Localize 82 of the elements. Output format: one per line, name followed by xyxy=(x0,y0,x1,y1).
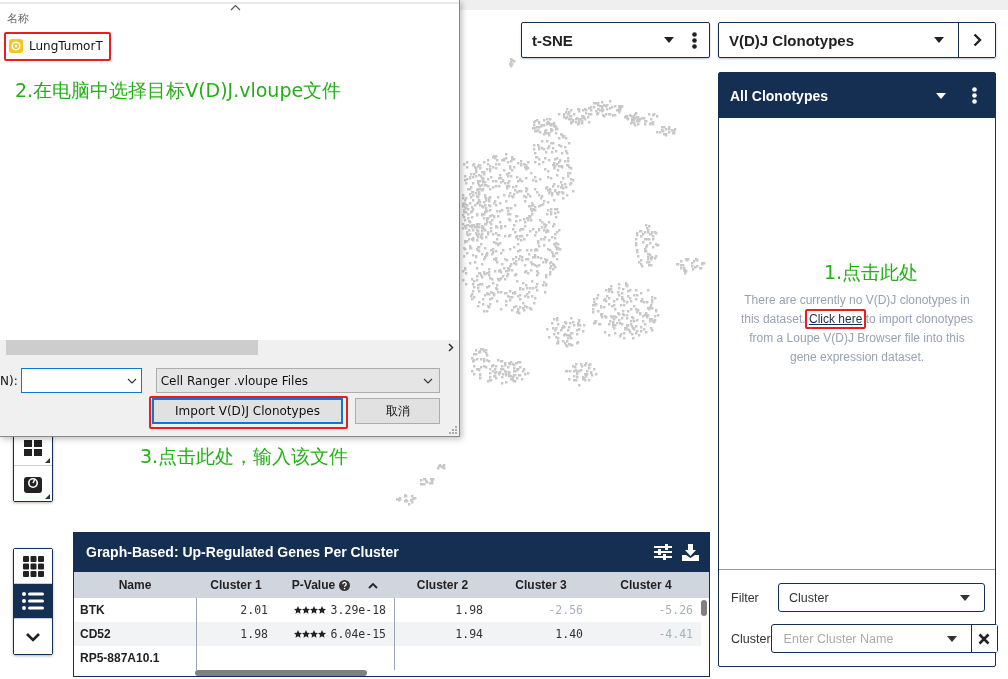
layout-icon xyxy=(24,440,42,456)
column-header[interactable]: Cluster 2 xyxy=(394,571,491,599)
sliders-icon[interactable] xyxy=(654,544,672,561)
clear-button[interactable] xyxy=(970,625,997,652)
table-cell: 1.40 xyxy=(555,627,583,642)
click-here-link[interactable]: Click here xyxy=(809,311,863,326)
chevron-down-icon xyxy=(126,377,137,384)
caret-icon xyxy=(946,635,957,642)
chevron-right-icon xyxy=(972,33,982,47)
table-title: Graph-Based: Up-Regulated Genes Per Cluster xyxy=(86,544,400,561)
sort-up-icon[interactable] xyxy=(368,581,379,589)
filter-select[interactable]: Cluster xyxy=(778,583,985,612)
table-cell: -2.56 xyxy=(548,603,583,618)
sort-up-icon xyxy=(230,4,241,11)
file-icon xyxy=(9,39,23,53)
gene-name: CD52 xyxy=(74,622,196,647)
column-header[interactable]: Cluster 3 xyxy=(491,571,591,599)
scrollbar-thumb[interactable] xyxy=(6,340,258,355)
gauge-icon xyxy=(24,474,42,493)
table-cell: 3.29e-18 xyxy=(330,603,386,618)
table-cell: 1.94 xyxy=(455,627,483,642)
annotation-text: 1.点击此处 xyxy=(824,260,919,285)
dialog-button[interactable]: 取消 xyxy=(355,398,440,424)
filename-label: N): xyxy=(0,373,18,388)
feature-dropdown[interactable]: V(D)J Clonotypes xyxy=(718,22,996,58)
point-cluster-drawing xyxy=(396,464,446,506)
table-cell: 1.98 xyxy=(455,603,483,618)
corner-triangle-icon xyxy=(45,494,50,499)
filter-label: Filter xyxy=(731,590,760,605)
column-header[interactable]: Cluster 4 xyxy=(591,571,701,599)
gene-name: RP5-887A10.1 xyxy=(79,650,161,668)
star-icon xyxy=(309,630,318,639)
grid-view-icon xyxy=(22,555,44,577)
star-icon xyxy=(317,606,326,615)
star-icon xyxy=(293,606,302,615)
more-options-icon[interactable] xyxy=(972,87,977,104)
file-type-select[interactable]: Cell Ranger .vloupe Files xyxy=(155,368,440,393)
caret-icon xyxy=(934,37,944,43)
highlight-box xyxy=(805,308,867,329)
file-item[interactable]: LungTumorT xyxy=(9,39,103,53)
table-cell: -4.41 xyxy=(658,627,693,642)
scroll-right-icon[interactable] xyxy=(448,343,454,352)
column-header[interactable]: 名称 xyxy=(7,11,29,26)
view-button[interactable] xyxy=(14,584,52,619)
table-cell: -5.26 xyxy=(658,603,693,618)
caret-icon xyxy=(664,37,674,43)
view-button[interactable] xyxy=(14,549,52,584)
star-icon xyxy=(317,630,326,639)
table-cell: 1.98 xyxy=(240,627,268,642)
projection-dropdown[interactable]: t-SNE xyxy=(521,22,710,58)
next-button[interactable] xyxy=(958,23,995,57)
annotation-text: 3.点击此处，输入该文件 xyxy=(140,444,349,469)
list-view-icon xyxy=(22,592,44,610)
empty-message: There are currently no V(D)J clonotypes in this dataset. Click here to import clonotypes from a Loupe V(D)J Browser file into this gene expression dataset. xyxy=(739,291,975,366)
download-icon[interactable] xyxy=(682,543,699,561)
chevron-down-icon xyxy=(25,631,41,642)
star-icon xyxy=(309,606,318,615)
cluster-filter-field[interactable]: Enter Cluster Name xyxy=(770,624,998,653)
star-icon xyxy=(301,606,310,615)
table-cell: 2.01 xyxy=(240,603,268,618)
star-icon xyxy=(301,630,310,639)
corner-triangle-icon xyxy=(45,458,50,463)
column-header[interactable]: Cluster 1 xyxy=(196,571,276,599)
scrollbar-thumb[interactable] xyxy=(701,600,707,617)
view-button[interactable] xyxy=(14,619,52,654)
scrollbar-thumb[interactable] xyxy=(195,670,367,676)
gene-name: BTK xyxy=(79,602,106,620)
dialog-button[interactable]: Import V(D)J Clonotypes xyxy=(152,398,343,424)
filter-label: Cluster xyxy=(731,631,771,646)
caret-icon xyxy=(936,92,946,99)
column-header[interactable]: Name xyxy=(74,571,196,599)
filename-combo[interactable] xyxy=(20,368,142,393)
gauge-button[interactable] xyxy=(14,466,52,501)
more-options-icon[interactable] xyxy=(692,31,697,49)
close-icon xyxy=(978,632,991,645)
table-cell: 6.04e-15 xyxy=(330,627,386,642)
annotation-text: 2.在电脑中选择目标V(D)J.vloupe文件 xyxy=(15,78,342,103)
column-header[interactable]: P-Value xyxy=(276,571,394,599)
star-icon xyxy=(293,630,302,639)
caret-icon xyxy=(960,594,970,601)
resize-grip-icon[interactable] xyxy=(449,426,457,434)
chevron-down-icon xyxy=(422,377,433,384)
